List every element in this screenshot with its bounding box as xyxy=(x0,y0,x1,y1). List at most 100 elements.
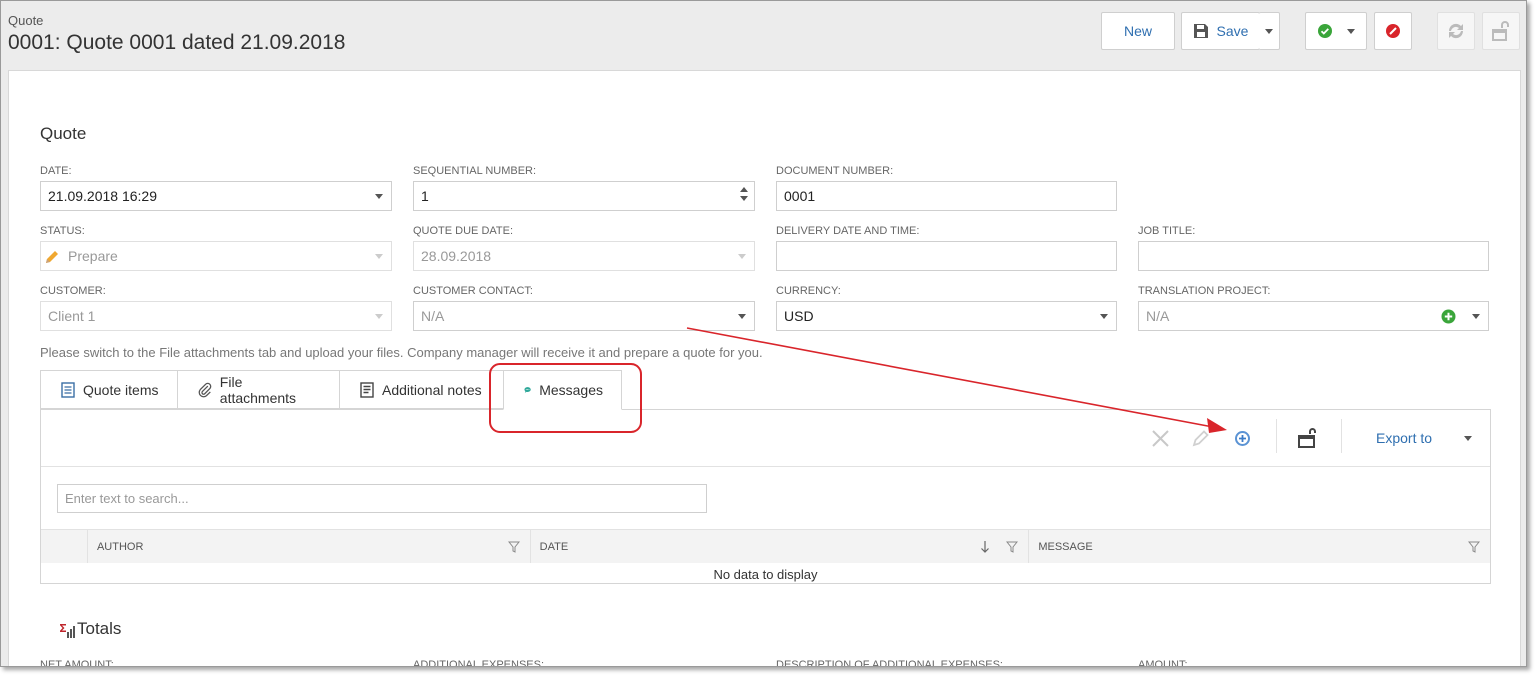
tab-label: Quote items xyxy=(83,381,159,398)
filter-icon[interactable] xyxy=(1467,541,1480,553)
date-field[interactable]: 21.09.2018 16:29 xyxy=(40,181,392,211)
column-author[interactable]: AUTHOR xyxy=(88,530,531,563)
additional-expenses-label: ADDITIONAL EXPENSES: xyxy=(413,659,545,667)
quote-due-date-field[interactable]: 28.09.2018 xyxy=(413,241,755,271)
refresh-icon xyxy=(1448,23,1464,39)
approve-button[interactable] xyxy=(1305,12,1367,50)
cancel-button[interactable] xyxy=(1374,12,1412,50)
breadcrumb[interactable]: Quote xyxy=(8,13,43,28)
expenses-description-label: DESCRIPTION OF ADDITIONAL EXPENSES: xyxy=(776,659,1003,667)
add-project-icon[interactable] xyxy=(1441,309,1456,324)
grid-header: AUTHOR DATE MESSAGE xyxy=(41,529,1490,563)
chevron-down-icon[interactable] xyxy=(1100,314,1108,319)
sequential-number-stepper[interactable]: 1 xyxy=(413,181,755,211)
quote-form-panel: Quote DATE: 21.09.2018 16:29 SEQUENTIAL … xyxy=(8,70,1521,667)
chevron-down-icon[interactable] xyxy=(1472,314,1480,319)
job-title-field[interactable] xyxy=(1138,241,1489,271)
customer-label: CUSTOMER: xyxy=(40,285,106,297)
search-input[interactable]: Enter text to search... xyxy=(57,484,707,513)
save-button[interactable]: Save xyxy=(1181,12,1260,50)
toolbar-separator xyxy=(1276,419,1277,453)
unlock-icon xyxy=(1492,21,1509,41)
status-value: Prepare xyxy=(68,248,118,264)
grid-toolbar: Export to xyxy=(41,410,1490,467)
column-message[interactable]: MESSAGE xyxy=(1029,530,1490,563)
export-to-button[interactable]: Export to xyxy=(1376,430,1432,446)
cancel-icon xyxy=(1386,24,1400,38)
upload-hint-text: Please switch to the File attachments ta… xyxy=(40,345,763,360)
customer-contact-label: CUSTOMER CONTACT: xyxy=(413,285,533,297)
column-date[interactable]: DATE xyxy=(531,530,1030,563)
new-button[interactable]: New xyxy=(1101,12,1175,50)
chat-icon xyxy=(524,387,531,393)
amount-label: AMOUNT: xyxy=(1138,659,1188,667)
currency-field[interactable]: USD xyxy=(776,301,1117,331)
tab-messages[interactable]: Messages xyxy=(503,370,622,410)
tab-quote-items[interactable]: Quote items xyxy=(40,370,177,409)
quote-due-date-value: 28.09.2018 xyxy=(421,248,492,264)
delivery-date-field[interactable] xyxy=(776,241,1117,271)
currency-label: CURRENCY: xyxy=(776,285,841,297)
refresh-button[interactable] xyxy=(1437,12,1475,50)
chevron-down-icon[interactable] xyxy=(375,254,383,259)
export-dropdown-icon[interactable] xyxy=(1464,436,1472,441)
layout-icon[interactable] xyxy=(1297,427,1319,449)
filter-icon[interactable] xyxy=(507,541,520,553)
save-label: Save xyxy=(1216,23,1249,39)
sequential-number-value: 1 xyxy=(421,188,429,204)
column-label: DATE xyxy=(539,540,569,553)
translation-project-field[interactable]: N/A xyxy=(1138,301,1489,331)
edit-icon[interactable] xyxy=(1191,428,1211,448)
chevron-down-icon[interactable] xyxy=(375,314,383,319)
select-column[interactable] xyxy=(41,530,88,563)
totals-title: Totals xyxy=(77,619,122,638)
stepper-arrows[interactable] xyxy=(740,187,748,201)
document-number-value: 0001 xyxy=(784,188,816,204)
quote-due-date-label: QUOTE DUE DATE: xyxy=(413,225,514,237)
check-icon xyxy=(1318,24,1332,38)
customer-value: Client 1 xyxy=(48,308,96,324)
net-amount-label: NET AMOUNT: xyxy=(40,659,114,667)
pencil-icon xyxy=(46,250,58,263)
save-dropdown-button[interactable] xyxy=(1259,12,1280,50)
customer-field[interactable]: Client 1 xyxy=(40,301,392,331)
document-icon xyxy=(61,381,75,398)
unlock-layout-button[interactable] xyxy=(1482,12,1520,50)
tab-label: Additional notes xyxy=(382,381,482,398)
toolbar-separator xyxy=(1341,419,1342,453)
page-title: 0001: Quote 0001 dated 21.09.2018 xyxy=(8,31,346,54)
date-label: DATE: xyxy=(40,165,72,177)
detail-tabs: Quote items File attachments Additional … xyxy=(40,370,622,410)
currency-value: USD xyxy=(784,308,814,324)
delivery-date-label: DELIVERY DATE AND TIME: xyxy=(776,225,920,237)
filter-icon[interactable] xyxy=(1006,541,1019,553)
app-window: Quote 0001: Quote 0001 dated 21.09.2018 … xyxy=(0,0,1527,667)
document-number-label: DOCUMENT NUMBER: xyxy=(776,165,894,177)
date-value: 21.09.2018 16:29 xyxy=(48,188,157,204)
translation-project-value: N/A xyxy=(1146,308,1170,324)
chevron-down-icon[interactable] xyxy=(738,254,746,259)
tab-label: Messages xyxy=(539,382,603,398)
document-number-field[interactable]: 0001 xyxy=(776,181,1117,211)
totals-section: Totals xyxy=(59,619,121,639)
column-label: AUTHOR xyxy=(96,540,144,553)
paperclip-icon xyxy=(198,382,212,397)
status-label: STATUS: xyxy=(40,225,85,237)
save-icon xyxy=(1193,24,1208,38)
section-title-quote: Quote xyxy=(40,124,87,143)
sigma-icon xyxy=(60,624,75,638)
tab-additional-notes[interactable]: Additional notes xyxy=(339,370,503,409)
customer-contact-field[interactable]: N/A xyxy=(413,301,755,331)
close-icon[interactable] xyxy=(1151,429,1170,448)
sort-down-icon[interactable] xyxy=(980,540,990,554)
tab-file-attachments[interactable]: File attachments xyxy=(177,370,339,409)
chevron-down-icon[interactable] xyxy=(738,314,746,319)
add-icon[interactable] xyxy=(1234,430,1251,447)
translation-project-label: TRANSLATION PROJECT: xyxy=(1138,285,1271,297)
chevron-down-icon[interactable] xyxy=(375,194,383,199)
notes-icon xyxy=(360,381,374,398)
tab-label: File attachments xyxy=(219,373,297,406)
sequential-number-label: SEQUENTIAL NUMBER: xyxy=(413,165,537,177)
status-field[interactable]: Prepare xyxy=(40,241,392,271)
job-title-label: JOB TITLE: xyxy=(1138,225,1196,237)
